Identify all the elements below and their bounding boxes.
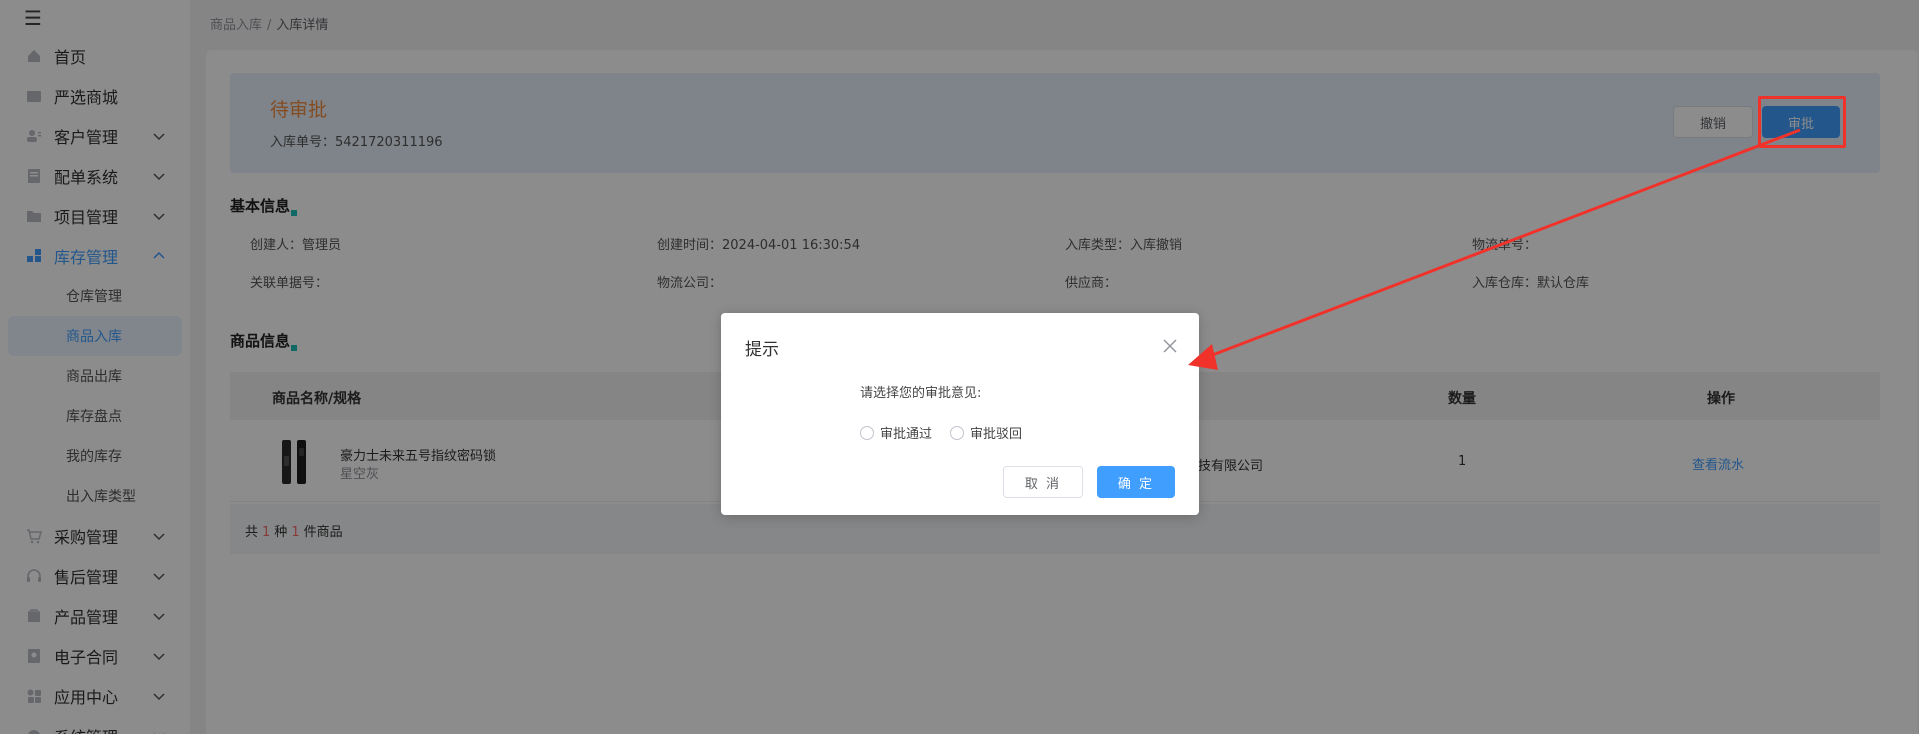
radio-circle[interactable] — [950, 425, 965, 440]
radio-reject[interactable]: 审批驳回 — [950, 423, 1022, 442]
dialog-confirm-button[interactable]: 确 定 — [1097, 466, 1175, 498]
radio-label: 审批通过 — [880, 427, 933, 442]
radio-circle[interactable] — [860, 425, 874, 440]
dialog-cancel-button[interactable]: 取 消 — [1003, 466, 1083, 498]
dialog-message: 请选择您的审批意见: — [860, 386, 982, 401]
radio-label: 审批驳回 — [970, 427, 1023, 442]
radio-approve[interactable]: 审批通过 — [860, 423, 932, 442]
annotation-highlight-box — [1758, 96, 1846, 148]
approval-radio-group: 审批通过 审批驳回 — [860, 423, 1022, 442]
approval-dialog: 提示 请选择您的审批意见: 审批通过 审批驳回 取 消 确 定 — [721, 313, 1199, 515]
close-icon[interactable] — [1161, 337, 1179, 355]
dialog-title: 提示 — [745, 340, 779, 360]
